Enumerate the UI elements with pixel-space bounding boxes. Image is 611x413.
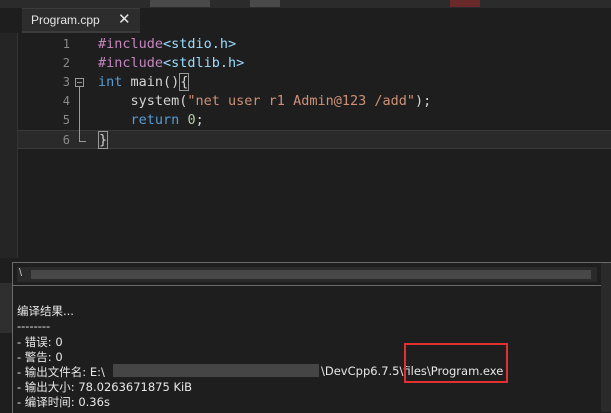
code-line[interactable]: 1 #include<stdio.h> [18,35,611,54]
output-file-label: - 输出文件名: E:\ [17,365,105,379]
code-token: { [179,73,190,91]
errors-count: - 错误: 0 [17,335,63,349]
compile-heading: 编译结果... [17,304,74,318]
code-token: main() [122,74,180,90]
code-line[interactable]: 3 int main(){ [18,73,611,92]
code-text: int main(){ [98,73,190,91]
code-text: } [98,131,109,149]
output-scrollbar[interactable] [601,263,611,412]
output-path-bar: \ [17,267,597,282]
code-line[interactable]: 2 #include<stdlib.h> [18,54,611,73]
code-token: #include [98,36,164,52]
close-icon[interactable]: ✕ [118,10,131,28]
line-number: 4 [62,94,70,108]
tab-program-cpp[interactable]: Program.cpp ✕ [22,8,140,33]
code-token: return [130,112,180,128]
blurred-output-path [113,364,319,377]
code-token: #include [98,55,164,71]
code-text: #include<stdio.h> [98,36,236,52]
code-token: ; [195,112,204,128]
line-number: 5 [62,113,70,127]
toolbar-strip [0,0,611,8]
blurred-toolbar-region [450,0,480,7]
fold-collapse-icon[interactable] [75,78,84,87]
code-text: return 0; [98,112,204,128]
output-separator-line [13,285,611,286]
code-line[interactable]: 4 system("net user r1 Admin@123 /add"); [18,92,611,111]
blurred-toolbar-region [150,0,210,7]
highlight-annotation-box [404,343,508,383]
tab-label: Program.cpp [31,13,100,27]
fold-guide-line [79,87,80,141]
code-token: } [98,131,109,149]
separator-text: -------- [17,319,51,333]
code-text: system("net user r1 Admin@123 /add"); [98,93,432,109]
blurred-toolbar-region [250,0,280,7]
line-number: 6 [62,133,70,147]
code-text: #include<stdlib.h> [98,55,244,71]
code-editor[interactable]: 1 #include<stdio.h> 2 #include<stdlib.h> 3 in… [18,33,611,258]
path-prefix: \ [19,267,23,279]
output-size: - 输出大小: 78.0263671875 KiB [17,380,193,394]
line-number: 1 [62,37,70,51]
code-token: int [98,74,123,90]
code-token: <stdlib.h> [163,55,245,71]
line-number: 3 [62,75,70,89]
compile-time: - 编译时间: 0.36s [17,395,110,409]
code-token: "net user r1 Admin@123 /add" [187,93,415,109]
left-dock-panel [0,33,18,258]
line-number: 2 [62,56,70,70]
compile-output-panel[interactable]: \ 编译结果... -------- - 错误: 0 - 警告: 0 - 输出文… [13,263,611,412]
code-token: system( [98,93,188,109]
code-token: <stdio.h> [163,36,237,52]
code-line[interactable]: 5 return 0; [18,111,611,130]
warnings-count: - 警告: 0 [17,350,63,364]
code-token: ); [414,93,432,109]
code-token: 0 [187,112,196,128]
fold-guide-end [79,141,86,142]
blurred-path [31,270,591,279]
code-line[interactable]: 6} [18,130,611,149]
side-panel-fragment [0,283,12,333]
